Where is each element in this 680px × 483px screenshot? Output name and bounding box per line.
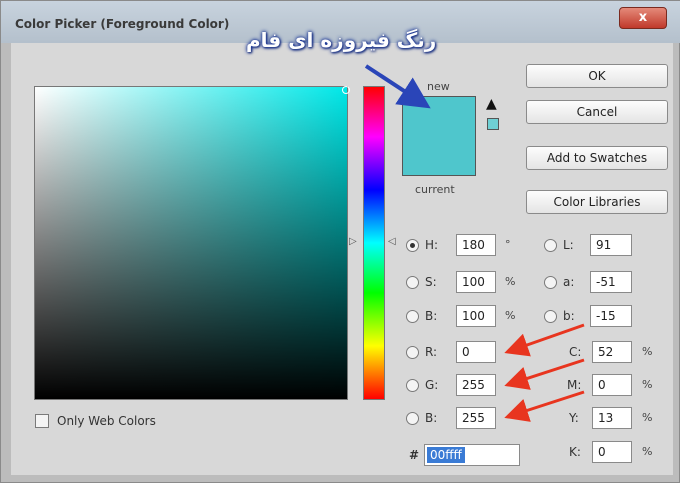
annotation-arrows <box>364 64 585 422</box>
red-arrow-red <box>504 323 585 357</box>
blue-arrow <box>364 64 431 109</box>
red-arrow-green <box>504 358 585 390</box>
red-arrow-blue <box>504 390 585 422</box>
